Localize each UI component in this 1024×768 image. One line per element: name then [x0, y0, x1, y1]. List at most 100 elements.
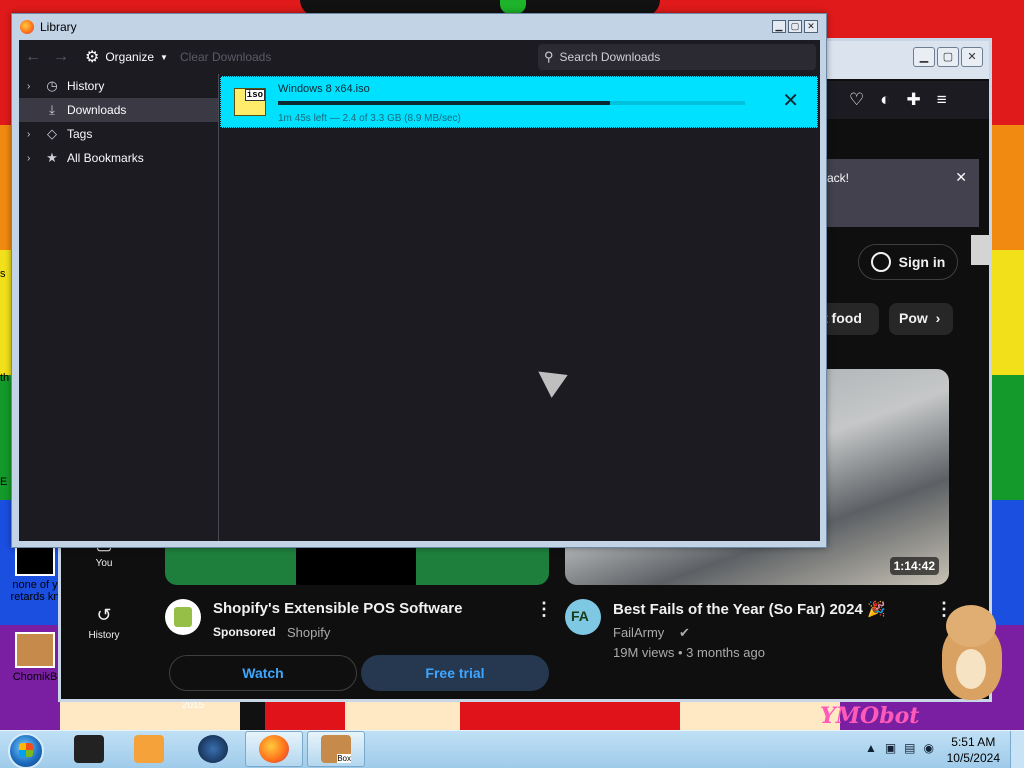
wallpaper-shape [500, 0, 526, 14]
download-status: 1m 45s left — 2.4 of 3.3 GB (8.9 MB/sec) [278, 113, 461, 124]
taskbar-app-globe[interactable] [184, 731, 242, 767]
close-icon[interactable]: ✕ [804, 20, 818, 33]
taskbar-app-explorer[interactable] [60, 731, 118, 767]
clock-icon: ◷ [46, 78, 58, 93]
hamster-icon [15, 632, 55, 668]
filter-chip-label: Pow [899, 310, 928, 326]
expand-arrow-icon[interactable]: › [27, 153, 37, 164]
extensions-icon[interactable]: ✚ [907, 90, 921, 110]
hamster-mascot [932, 605, 1012, 700]
verified-icon: ✔ [679, 625, 690, 640]
mouse-cursor-icon [530, 360, 568, 398]
volume-icon[interactable]: ◉ [924, 741, 934, 755]
media-player-icon [134, 735, 164, 763]
clock-date: 10/5/2024 [946, 751, 1000, 765]
search-icon: ⚲ [544, 49, 554, 64]
search-downloads-box[interactable]: ⚲ [538, 44, 816, 70]
gear-icon: ⚙ [85, 49, 100, 66]
desktop-edge-label: s [0, 268, 6, 280]
iso-file-icon: iso [234, 88, 266, 116]
sidebar-item-tags[interactable]: › ◇ Tags [19, 122, 218, 146]
pocket-icon[interactable]: ♡ [849, 90, 864, 110]
watch-button[interactable]: Watch [169, 655, 357, 691]
library-window[interactable]: Library ▁ ▢ ✕ ← → ⚙ Organize ▼ Clear Dow… [11, 13, 827, 548]
show-desktop-button[interactable] [1010, 731, 1024, 768]
sponsored-label: Sponsored [213, 625, 276, 639]
free-trial-button[interactable]: Free trial [361, 655, 549, 691]
sidebar-item-label: History [88, 630, 120, 641]
taskbar-icon-label: Box [337, 754, 351, 763]
video-duration: 1:14:42 [889, 557, 939, 575]
taskbar-app-chomikbox[interactable]: Box [307, 731, 365, 767]
menu-icon[interactable]: ≡ [937, 90, 947, 110]
sign-in-label: Sign in [898, 254, 946, 270]
organize-label: Organize [105, 50, 155, 64]
library-content: ← → ⚙ Organize ▼ Clear Downloads ⚲ › ◷ H… [19, 40, 820, 541]
sidebar-item-all-bookmarks[interactable]: › ★ All Bookmarks [19, 146, 218, 170]
sidebar-item-label: All Bookmarks [67, 151, 144, 165]
sidebar-item-history[interactable]: › ◷ History [19, 74, 218, 98]
maximize-icon[interactable]: ▢ [937, 47, 959, 67]
taskbar-app-media-player[interactable] [120, 731, 178, 767]
channel-name[interactable]: FailArmy [613, 625, 664, 640]
library-titlebar: Library ▁ ▢ ✕ [12, 14, 826, 40]
profile-icon[interactable]: ◐ [880, 90, 890, 110]
clear-downloads-button[interactable]: Clear Downloads [180, 50, 271, 64]
minimize-icon[interactable]: ▁ [913, 47, 935, 67]
close-icon[interactable]: ✕ [961, 47, 983, 67]
close-icon[interactable]: ✕ [955, 169, 967, 186]
more-options-icon[interactable]: ⋮ [535, 599, 553, 620]
back-arrow-icon[interactable]: ← [19, 48, 47, 66]
sidebar-item-label: Tags [67, 127, 93, 141]
desktop-edge-label: E [0, 476, 8, 488]
history-icon: ↺ [96, 605, 112, 625]
sidebar-item-downloads[interactable]: ⤓ Downloads [19, 98, 218, 122]
search-downloads-input[interactable] [559, 50, 800, 64]
system-tray: ▲ ▣ ▤ ◉ [865, 741, 934, 755]
sign-in-button[interactable]: Sign in [858, 244, 958, 280]
chevron-up-icon[interactable]: ▲ [865, 741, 877, 755]
video-title[interactable]: Best Fails of the Year (So Far) 2024 🎉 [613, 600, 886, 618]
chevron-down-icon: ▼ [160, 52, 168, 62]
scrollbar-thumb[interactable] [971, 235, 989, 265]
firefox-icon [259, 735, 289, 763]
app-icon [74, 735, 104, 763]
account-icon [870, 252, 891, 272]
taskbar: Box ▲ ▣ ▤ ◉ 5:51 AM 10/5/2024 [0, 730, 1024, 768]
maximize-icon[interactable]: ▢ [788, 20, 802, 33]
library-toolbar: ← → ⚙ Organize ▼ Clear Downloads ⚲ [19, 40, 820, 74]
download-icon: ⤓ [49, 102, 55, 117]
window-title: Library [40, 20, 77, 34]
start-button[interactable] [8, 733, 44, 768]
sidebar-item-label: History [67, 79, 105, 93]
download-progress-bar [278, 101, 745, 105]
chomikbox-icon: Box [321, 735, 351, 763]
sidebar-item-history[interactable]: ↺ History [79, 605, 129, 641]
notification-text: ack! [827, 171, 850, 185]
tray-app-icon[interactable]: ▣ [885, 741, 896, 755]
globe-icon [198, 735, 228, 763]
star-icon: ★ [46, 150, 58, 165]
taskbar-app-firefox[interactable] [245, 731, 303, 767]
video-title[interactable]: Shopify's Extensible POS Software [213, 600, 462, 617]
forward-arrow-icon[interactable]: → [47, 48, 75, 66]
video-meta: 19M views • 3 months ago [613, 645, 765, 660]
clock-time: 5:51 AM [951, 735, 996, 749]
expand-arrow-icon[interactable]: › [27, 81, 37, 92]
failarmy-avatar[interactable]: FA [565, 599, 601, 635]
shopify-avatar[interactable] [165, 599, 201, 635]
download-item[interactable]: iso Windows 8 x64.iso 1m 45s left — 2.4 … [220, 76, 818, 128]
minimize-icon[interactable]: ▁ [772, 20, 786, 33]
wallpaper-art [60, 700, 840, 730]
browser-toolbar: ♡ ◐ ✚ ≡ [821, 81, 989, 119]
cancel-download-icon[interactable]: ✕ [782, 91, 799, 111]
clock[interactable]: 5:51 AM 10/5/2024 [947, 734, 1000, 766]
channel-name[interactable]: Shopify [287, 625, 330, 640]
chevron-right-icon[interactable]: › [936, 310, 941, 326]
download-filename: Windows 8 x64.iso [278, 83, 370, 95]
network-icon[interactable]: ▤ [904, 741, 915, 755]
expand-arrow-icon[interactable]: › [27, 129, 37, 140]
filter-chip[interactable]: Pow › [889, 303, 953, 335]
desktop-edge-label: th [0, 372, 10, 384]
organize-button[interactable]: ⚙ Organize ▼ [85, 47, 168, 67]
